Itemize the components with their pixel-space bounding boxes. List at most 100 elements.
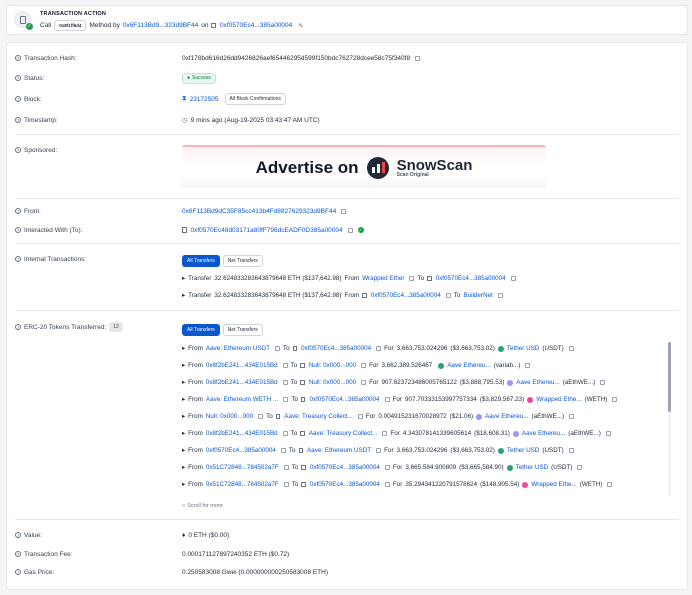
erc20-to-link[interactable]: 0xf0570Ec4...385a00004 xyxy=(309,396,379,403)
help-icon[interactable]: ? xyxy=(15,227,21,233)
erc20-to-link[interactable]: Aave: Treasury Collect... xyxy=(309,430,378,437)
internal-to-link[interactable]: 0xf0570Ec4...385a00004 xyxy=(436,275,506,282)
erc20-to-link[interactable]: Aave: Treasury Collect... xyxy=(284,413,353,420)
help-icon[interactable]: ? xyxy=(15,55,21,61)
internal-to-link[interactable]: BuilderNet xyxy=(463,292,492,299)
help-icon[interactable]: ? xyxy=(15,96,21,102)
help-icon[interactable]: ? xyxy=(15,208,21,214)
action-from-link[interactable]: 0x6F113Bd9...323d9BF44 xyxy=(123,22,198,29)
copy-icon[interactable] xyxy=(258,414,264,419)
copy-icon[interactable] xyxy=(612,397,618,402)
erc20-from-link[interactable]: 0x51C72848...784502a7F xyxy=(206,481,279,488)
erc20-from-link[interactable]: 0x51C72848...784502a7F xyxy=(206,464,279,471)
sponsored-banner[interactable]: Advertise on SnowScan Scan Original xyxy=(182,145,546,188)
block-link[interactable]: 23172505 xyxy=(190,96,219,103)
help-icon[interactable]: ? xyxy=(15,532,21,538)
copy-icon[interactable] xyxy=(384,465,390,470)
scroll-for-more[interactable]: » Scroll for more xyxy=(182,503,223,509)
interacted-address-link[interactable]: 0xf0570Ec48d03171a80fF796dcEADF0D385a000… xyxy=(191,227,343,234)
copy-icon[interactable] xyxy=(283,397,289,402)
erc20-to-link[interactable]: Null: 0x000...000 xyxy=(309,379,356,386)
help-icon[interactable]: ? xyxy=(15,256,21,262)
erc20-transfer-list[interactable]: ▸ From Aave: Ethereum USDT To 0xf0570Ec4...3… xyxy=(182,340,677,500)
edit-icon[interactable]: ✎ xyxy=(298,22,303,30)
erc20-scrollbar[interactable] xyxy=(668,342,671,497)
copy-icon[interactable] xyxy=(577,465,583,470)
erc20-token-link[interactable]: Aave Ethereu... xyxy=(447,362,490,369)
gas-price-label: Gas Price: xyxy=(24,568,55,576)
action-to-link[interactable]: 0xf0570Ec4...385a00004 xyxy=(220,22,292,29)
erc20-to-link[interactable]: Aave: Ethereum USDT xyxy=(307,447,371,454)
copy-icon[interactable] xyxy=(280,448,286,453)
tab-all-transfers[interactable]: All Transfers xyxy=(182,255,220,267)
erc20-from-link[interactable]: Aave: Ethereum USDT xyxy=(206,345,270,352)
erc20-token-link[interactable]: Aave Ethereu... xyxy=(485,413,528,420)
erc20-token-link[interactable]: Wrapped Ethe... xyxy=(536,396,581,403)
copy-icon[interactable] xyxy=(341,208,347,214)
erc20-token-link[interactable]: Aave Ethereu... xyxy=(516,379,559,386)
erc20-token-link[interactable]: Wrapped Ethe... xyxy=(531,481,576,488)
help-icon[interactable]: ? xyxy=(15,551,21,557)
token-icon xyxy=(497,345,504,352)
erc20-to-link[interactable]: 0xf0570Ec4...385a00004 xyxy=(310,481,380,488)
bullet-icon: ▸ xyxy=(182,464,186,471)
erc20-to-link[interactable]: Null: 0x000...000 xyxy=(309,362,356,369)
copy-icon[interactable] xyxy=(568,448,574,453)
copy-icon[interactable] xyxy=(347,227,353,233)
ad-text: Advertise on xyxy=(255,157,359,177)
copy-icon[interactable] xyxy=(525,363,531,368)
copy-icon[interactable] xyxy=(376,448,382,453)
erc20-from-link[interactable]: 0xf0570Ec4...385a00004 xyxy=(206,447,276,454)
copy-icon[interactable] xyxy=(282,363,288,368)
tab-net-transfers[interactable]: Net Transfers xyxy=(222,255,263,267)
copy-icon[interactable] xyxy=(357,414,363,419)
copy-icon[interactable] xyxy=(568,346,574,351)
help-icon[interactable]: ? xyxy=(15,117,21,123)
erc20-usd: ($3,888,795.53) xyxy=(459,379,505,386)
help-icon[interactable]: ? xyxy=(15,147,21,153)
erc20-from-link[interactable]: 0x8f2bE241...434E015Bd xyxy=(206,430,278,437)
erc20-from-link[interactable]: 0x8f2bE241...434E015Bd xyxy=(206,362,278,369)
copy-icon[interactable] xyxy=(361,363,367,368)
copy-icon[interactable] xyxy=(510,276,516,281)
copy-icon[interactable] xyxy=(283,465,289,470)
copy-icon[interactable] xyxy=(282,380,288,385)
erc20-transfer-row: ▸ From 0x51C72848...784502a7F To 0xf0570Ec4.… xyxy=(182,476,677,493)
erc20-token-symbol: (USDT) xyxy=(542,447,564,454)
tab-all-transfers[interactable]: All Transfers xyxy=(182,324,220,336)
erc20-from-link[interactable]: 0x8f2bE241...434E015Bd xyxy=(206,379,278,386)
copy-icon[interactable] xyxy=(605,431,611,436)
erc20-token-link[interactable]: Tether USD xyxy=(507,345,540,352)
erc20-amount: 907.70333153997757334 xyxy=(404,396,477,403)
help-icon[interactable]: ? xyxy=(15,569,21,575)
internal-from-link[interactable]: Wrapped Ether xyxy=(362,275,404,282)
copy-icon[interactable] xyxy=(376,346,382,351)
tab-net-transfers[interactable]: Net Transfers xyxy=(222,324,263,336)
copy-icon[interactable] xyxy=(282,431,288,436)
help-icon[interactable]: ? xyxy=(15,75,21,81)
erc20-from-link[interactable]: Aave: Ethereum WETH ... xyxy=(206,396,278,403)
copy-icon[interactable] xyxy=(274,346,280,351)
copy-icon[interactable] xyxy=(415,55,421,61)
copy-icon[interactable] xyxy=(409,276,415,281)
copy-icon[interactable] xyxy=(361,380,367,385)
copy-icon[interactable] xyxy=(283,482,289,487)
bullet-icon: ▸ xyxy=(182,413,186,420)
copy-icon[interactable] xyxy=(384,397,390,402)
erc20-to-link[interactable]: 0xf0570Ec4...385a00004 xyxy=(301,345,371,352)
copy-icon[interactable] xyxy=(607,482,613,487)
from-address-link[interactable]: 0x6F113Bd9dC35F85cc413b4Fd8827629323d9BF… xyxy=(182,208,336,215)
internal-from-link[interactable]: 0xf0570Ec4...385a00004 xyxy=(371,292,441,299)
copy-icon[interactable] xyxy=(600,380,606,385)
erc20-to-link[interactable]: 0xf0570Ec4...385a00004 xyxy=(310,464,380,471)
copy-icon[interactable] xyxy=(384,482,390,487)
help-icon[interactable]: ? xyxy=(15,324,21,330)
copy-icon[interactable] xyxy=(569,414,575,419)
erc20-token-link[interactable]: Tether USD xyxy=(516,464,549,471)
erc20-from-link[interactable]: Null: 0x000...000 xyxy=(206,413,253,420)
erc20-token-link[interactable]: Aave Ethereu... xyxy=(522,430,565,437)
copy-icon[interactable] xyxy=(445,293,451,298)
erc20-token-link[interactable]: Tether USD xyxy=(507,447,540,454)
copy-icon[interactable] xyxy=(382,431,388,436)
copy-icon[interactable] xyxy=(497,293,503,298)
